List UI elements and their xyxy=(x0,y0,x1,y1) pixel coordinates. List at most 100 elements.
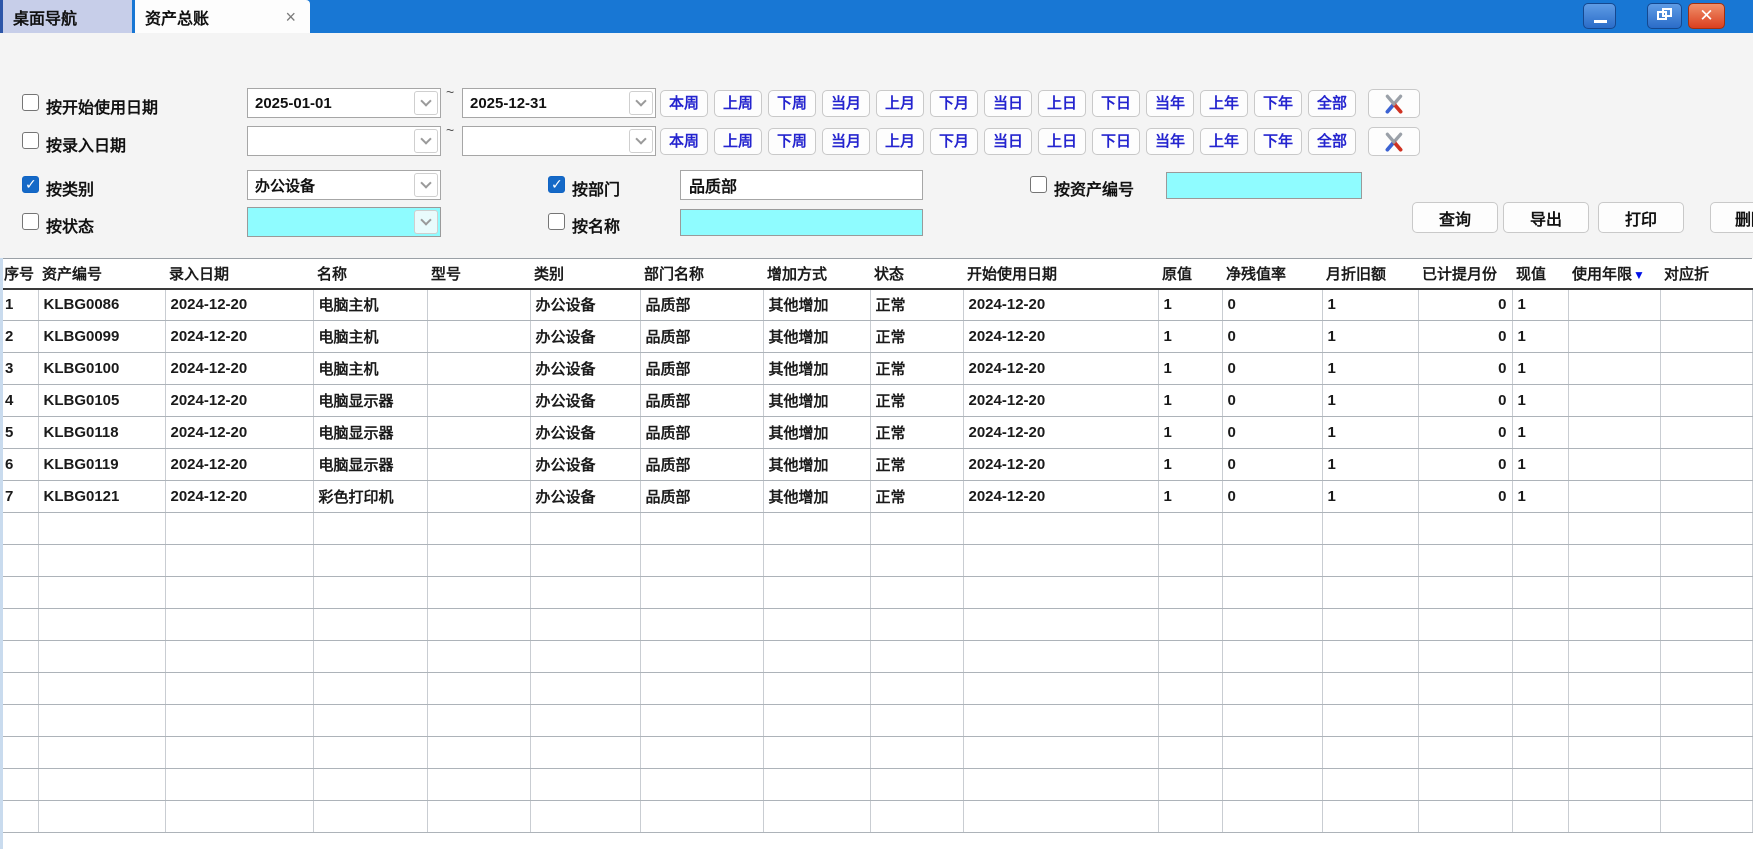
cell[interactable]: 办公设备 xyxy=(530,289,640,321)
empty-row[interactable] xyxy=(0,673,1752,705)
cell[interactable] xyxy=(963,545,1158,577)
cell[interactable] xyxy=(1322,513,1418,545)
cell[interactable] xyxy=(1568,321,1660,353)
column-header-6[interactable]: 部门名称 xyxy=(640,259,763,289)
cell[interactable] xyxy=(1660,385,1752,417)
clear-entry-date-button[interactable] xyxy=(1368,127,1420,156)
cell[interactable]: 0 xyxy=(1222,481,1322,513)
cell[interactable] xyxy=(1322,769,1418,801)
cell[interactable] xyxy=(640,641,763,673)
cell[interactable] xyxy=(313,545,427,577)
cell[interactable] xyxy=(1660,545,1752,577)
quick-range-button-5[interactable]: 下月 xyxy=(930,90,978,117)
cell[interactable]: KLBG0099 xyxy=(38,321,165,353)
cell[interactable] xyxy=(427,481,530,513)
column-header-10[interactable]: 原值 xyxy=(1158,259,1222,289)
cell[interactable] xyxy=(1568,801,1660,833)
quick-range-button-2[interactable]: 下周 xyxy=(768,90,816,117)
cell[interactable] xyxy=(1568,385,1660,417)
cell[interactable]: 1 xyxy=(1512,289,1568,321)
cell[interactable] xyxy=(1512,801,1568,833)
cell[interactable] xyxy=(1418,577,1512,609)
cell[interactable] xyxy=(313,673,427,705)
cell[interactable] xyxy=(1418,641,1512,673)
start-date-from-select[interactable]: 2025-01-01 xyxy=(247,88,441,118)
cell[interactable] xyxy=(963,737,1158,769)
cell[interactable] xyxy=(1568,609,1660,641)
cell[interactable] xyxy=(530,609,640,641)
cell[interactable] xyxy=(530,577,640,609)
cell[interactable] xyxy=(1222,513,1322,545)
cell[interactable]: 电脑主机 xyxy=(313,353,427,385)
column-header-9[interactable]: 开始使用日期 xyxy=(963,259,1158,289)
cell[interactable] xyxy=(427,545,530,577)
cell[interactable] xyxy=(313,769,427,801)
cell[interactable]: 办公设备 xyxy=(530,353,640,385)
cell[interactable] xyxy=(640,737,763,769)
quick-range-button-6[interactable]: 当日 xyxy=(984,128,1032,155)
cell[interactable]: 0 xyxy=(1222,321,1322,353)
column-header-16[interactable]: 对应折 xyxy=(1660,259,1752,289)
cell[interactable]: 办公设备 xyxy=(530,449,640,481)
cell[interactable]: 1 xyxy=(1512,385,1568,417)
cell[interactable]: 0 xyxy=(1418,417,1512,449)
cell[interactable]: 0 xyxy=(1222,289,1322,321)
cell[interactable] xyxy=(1322,737,1418,769)
query-button[interactable]: 查询 xyxy=(1412,202,1498,233)
cell[interactable]: KLBG0119 xyxy=(38,449,165,481)
cell[interactable]: 0 xyxy=(1222,449,1322,481)
print-button[interactable]: 打印 xyxy=(1598,202,1684,233)
cell[interactable] xyxy=(1512,577,1568,609)
cell[interactable]: 其他增加 xyxy=(763,449,870,481)
cell[interactable]: 1 xyxy=(1322,449,1418,481)
cell[interactable]: 2024-12-20 xyxy=(963,321,1158,353)
cell[interactable]: 1 xyxy=(1322,417,1418,449)
name-checkbox[interactable] xyxy=(548,213,565,230)
cell[interactable] xyxy=(963,801,1158,833)
cell[interactable] xyxy=(0,641,38,673)
cell[interactable] xyxy=(1158,673,1222,705)
cell[interactable] xyxy=(640,609,763,641)
cell[interactable] xyxy=(1660,481,1752,513)
cell[interactable] xyxy=(38,769,165,801)
empty-row[interactable] xyxy=(0,801,1752,833)
cell[interactable] xyxy=(1418,609,1512,641)
cell[interactable] xyxy=(1660,513,1752,545)
cell[interactable] xyxy=(1660,801,1752,833)
cell[interactable] xyxy=(165,801,313,833)
cell[interactable] xyxy=(1568,545,1660,577)
cell[interactable]: 品质部 xyxy=(640,385,763,417)
quick-range-button-6[interactable]: 当日 xyxy=(984,90,1032,117)
cell[interactable]: 电脑主机 xyxy=(313,321,427,353)
cell[interactable] xyxy=(640,545,763,577)
cell[interactable] xyxy=(1222,577,1322,609)
cell[interactable] xyxy=(1322,641,1418,673)
start-date-checkbox[interactable] xyxy=(22,94,39,111)
cell[interactable] xyxy=(38,737,165,769)
table-row-6[interactable]: 7KLBG01212024-12-20彩色打印机办公设备品质部其他增加正常202… xyxy=(0,481,1752,513)
quick-range-button-7[interactable]: 上日 xyxy=(1038,90,1086,117)
cell[interactable] xyxy=(427,289,530,321)
cell[interactable]: 正常 xyxy=(870,289,963,321)
cell[interactable]: 1 xyxy=(1322,353,1418,385)
quick-range-button-3[interactable]: 当月 xyxy=(822,90,870,117)
cell[interactable]: 办公设备 xyxy=(530,321,640,353)
table-row-1[interactable]: 2KLBG00992024-12-20电脑主机办公设备品质部其他增加正常2024… xyxy=(0,321,1752,353)
cell[interactable] xyxy=(1660,577,1752,609)
cell[interactable] xyxy=(1660,673,1752,705)
cell[interactable]: 1 xyxy=(1322,385,1418,417)
cell[interactable] xyxy=(427,321,530,353)
cell[interactable]: 2024-12-20 xyxy=(963,289,1158,321)
cell[interactable] xyxy=(165,545,313,577)
cell[interactable]: 1 xyxy=(1158,385,1222,417)
cell[interactable] xyxy=(1158,705,1222,737)
category-select[interactable]: 办公设备 xyxy=(247,170,441,200)
cell[interactable] xyxy=(530,769,640,801)
cell[interactable]: KLBG0118 xyxy=(38,417,165,449)
cell[interactable]: 0 xyxy=(1418,481,1512,513)
cell[interactable] xyxy=(1418,513,1512,545)
cell[interactable] xyxy=(38,641,165,673)
cell[interactable] xyxy=(427,449,530,481)
column-header-5[interactable]: 类别 xyxy=(530,259,640,289)
cell[interactable] xyxy=(870,641,963,673)
